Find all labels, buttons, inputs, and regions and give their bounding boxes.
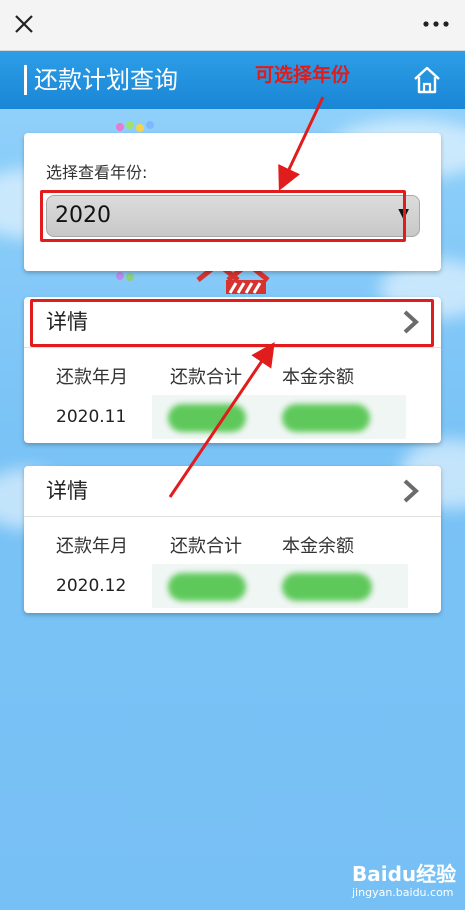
column-label-repayment-total: 还款合计 xyxy=(170,367,242,388)
annotation-highlight-box xyxy=(40,190,406,242)
repayment-month-value: 2020.12 xyxy=(56,576,127,596)
watermark-url: jingyan.baidu.com xyxy=(352,886,454,899)
year-select-card: 选择查看年份: 2020 ▼ xyxy=(24,133,441,271)
repayment-month-value: 2020.11 xyxy=(56,407,127,427)
annotation-label: 可选择年份 xyxy=(255,64,351,86)
top-bar xyxy=(0,0,465,51)
column-label-repayment-total: 还款合计 xyxy=(170,536,242,557)
page-title: 还款计划查询 xyxy=(34,66,178,94)
record-card: 详情 还款年月 还款合计 本金余额 2020.12 xyxy=(24,466,441,613)
watermark: Baidu经验 jingyan.baidu.com xyxy=(352,858,458,902)
home-icon[interactable] xyxy=(411,64,443,96)
more-icon[interactable] xyxy=(421,12,451,36)
redacted-principal-balance xyxy=(282,573,372,601)
redacted-repayment-total xyxy=(168,573,246,601)
close-icon[interactable] xyxy=(12,12,36,36)
page-header: 还款计划查询 可选择年份 xyxy=(0,51,465,109)
balloons-decoration xyxy=(116,272,134,281)
column-label-principal-balance: 本金余额 xyxy=(282,367,354,388)
column-label-repayment-month: 还款年月 xyxy=(56,536,128,557)
redacted-principal-balance xyxy=(282,404,370,432)
watermark-brand: Baidu经验 xyxy=(352,862,457,886)
redacted-repayment-total xyxy=(168,404,246,432)
chevron-right-icon[interactable] xyxy=(401,478,421,504)
annotation-highlight-box xyxy=(30,299,434,347)
year-select-label: 选择查看年份: xyxy=(46,163,148,182)
column-label-principal-balance: 本金余额 xyxy=(282,536,354,557)
column-label-repayment-month: 还款年月 xyxy=(56,367,128,388)
header-accent-bar xyxy=(24,65,27,95)
record-detail-title: 详情 xyxy=(46,479,88,503)
record-card: 详情 还款年月 还款合计 本金余额 2020.11 xyxy=(24,297,441,443)
record-detail-header[interactable]: 详情 xyxy=(24,466,441,517)
